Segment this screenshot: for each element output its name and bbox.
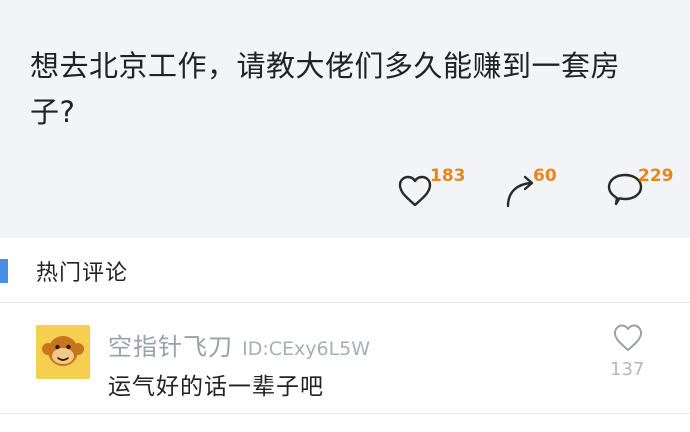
- comment-author-row: 空指针飞刀 ID:CExy6L5W: [108, 327, 370, 362]
- comment-text: 运气好的话一辈子吧: [108, 374, 324, 400]
- post-card: 想去北京工作，请教大佬们多久能赚到一套房子? 183 60 229: [0, 0, 690, 238]
- heart-outline-icon: [614, 324, 642, 351]
- avatar[interactable]: [36, 325, 90, 379]
- comment-user-id: ID:CExy6L5W: [242, 338, 371, 360]
- monkey-avatar-icon: [36, 325, 90, 379]
- comment-author-name[interactable]: 空指针飞刀: [108, 333, 233, 361]
- hot-comments-header: 热门评论: [0, 240, 690, 303]
- comment-like-button[interactable]: 137: [608, 321, 648, 391]
- post-comment-count: 229: [638, 166, 674, 186]
- heart-icon: [398, 175, 432, 207]
- section-accent-bar: [0, 259, 8, 283]
- post-comment-button[interactable]: 229: [606, 166, 686, 210]
- post-like-count: 183: [430, 166, 466, 186]
- section-title: 热门评论: [36, 261, 129, 286]
- comment-like-count: 137: [610, 359, 645, 380]
- post-text: 想去北京工作，请教大佬们多久能赚到一套房子?: [30, 49, 621, 129]
- post-repost-button[interactable]: 60: [505, 166, 565, 210]
- comment-item: 空指针飞刀 ID:CExy6L5W 运气好的话一辈子吧 137: [0, 303, 690, 414]
- post-like-button[interactable]: 183: [398, 166, 468, 210]
- post-repost-count: 60: [533, 166, 557, 186]
